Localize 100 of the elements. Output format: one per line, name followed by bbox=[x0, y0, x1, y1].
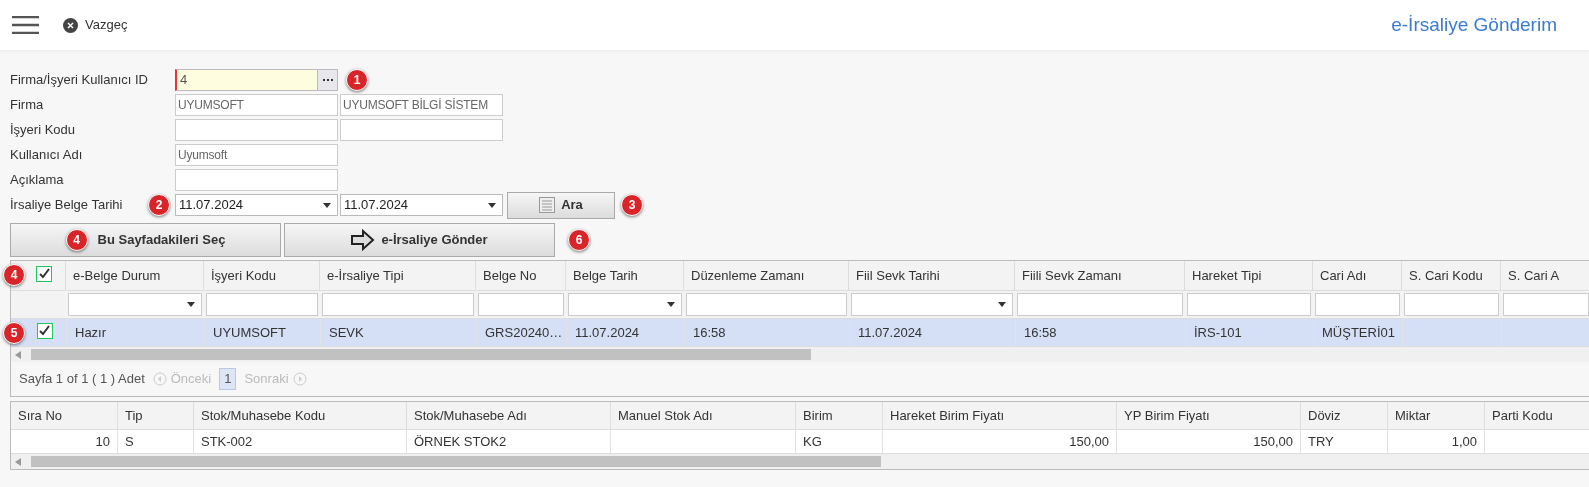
text-field[interactable] bbox=[175, 119, 338, 141]
number-badge: 5 bbox=[3, 322, 25, 344]
column-header[interactable]: Belge No bbox=[476, 261, 566, 290]
scrollbar[interactable] bbox=[11, 454, 1589, 469]
column-header[interactable]: Sıra No bbox=[11, 402, 118, 429]
number-badge: 4 bbox=[3, 264, 25, 286]
column-header[interactable]: YP Birim Fiyatı bbox=[1117, 402, 1301, 429]
action-button[interactable]: e-İrsaliye Gönder bbox=[284, 223, 555, 257]
column-header[interactable]: Stok/Muhasebe Kodu bbox=[194, 402, 407, 429]
filter-field[interactable] bbox=[322, 293, 474, 316]
column-header[interactable]: İşyeri Kodu bbox=[204, 261, 320, 290]
filter-field[interactable] bbox=[686, 293, 847, 316]
filter-field[interactable] bbox=[1503, 293, 1589, 316]
column-header[interactable]: Miktar bbox=[1388, 402, 1485, 429]
column-header[interactable]: Hareket Tipi bbox=[1185, 261, 1313, 290]
filter-field[interactable] bbox=[1315, 293, 1400, 316]
dropdown-arrow-icon bbox=[323, 202, 331, 208]
cancel-button[interactable]: Vazgeç bbox=[63, 15, 128, 35]
filter-field[interactable] bbox=[851, 293, 1013, 316]
table-cell-text: 11.07.2024 bbox=[575, 323, 640, 342]
action-button[interactable]: 4 Bu Sayfadakileri Seç bbox=[10, 223, 281, 257]
filter-field[interactable] bbox=[1187, 293, 1311, 316]
column-header[interactable]: Hareket Birim Fiyatı bbox=[883, 402, 1117, 429]
table-cell-text: GRS20240… bbox=[485, 323, 563, 342]
table-cell: KG bbox=[796, 430, 883, 453]
text-field[interactable]: UYUMSOFT bbox=[175, 94, 338, 116]
text-field[interactable]: Uyumsoft bbox=[175, 144, 338, 166]
date-field[interactable]: 11.07.2024 bbox=[340, 194, 503, 216]
page-title: e-İrsaliye Gönderim bbox=[1391, 12, 1557, 37]
number-badge: 2 bbox=[148, 194, 170, 216]
column-header[interactable]: S. Cari A bbox=[1501, 261, 1589, 290]
field-label: Açıklama bbox=[10, 171, 64, 190]
filter-field[interactable] bbox=[68, 293, 202, 316]
scroll-left-icon[interactable] bbox=[15, 457, 21, 466]
table-cell: TRY bbox=[1301, 430, 1388, 453]
column-header[interactable]: Fiili Sevk Zamanı bbox=[1015, 261, 1185, 290]
table-cell-text: 11.07.2024 bbox=[858, 323, 923, 342]
column-header[interactable]: Düzenleme Zamanı bbox=[684, 261, 849, 290]
number-badge: 3 bbox=[621, 194, 643, 216]
scrollbar[interactable] bbox=[11, 347, 1589, 362]
table-cell-text: UYUMSOFT bbox=[213, 323, 286, 342]
checkbox[interactable] bbox=[36, 265, 52, 282]
filter-field[interactable] bbox=[1404, 293, 1499, 316]
text-field[interactable] bbox=[175, 169, 338, 191]
table-cell-text: SEVK bbox=[329, 323, 364, 342]
table-cell: STK-002 bbox=[194, 430, 407, 453]
column-header[interactable]: e-İrsaliye Tipi bbox=[320, 261, 476, 290]
dropdown-arrow-icon bbox=[667, 302, 675, 307]
filter-field[interactable] bbox=[568, 293, 682, 316]
field-label: Firma/İşyeri Kullanıcı ID bbox=[10, 71, 148, 90]
list-icon bbox=[539, 197, 556, 213]
menu-icon[interactable] bbox=[12, 16, 39, 34]
number-badge: 4 bbox=[65, 229, 88, 251]
field-label: Kullanıcı Adı bbox=[10, 146, 83, 165]
filter-field[interactable] bbox=[478, 293, 564, 316]
table-cell-text: 16:58 bbox=[1024, 323, 1057, 342]
table-cell: 1,00 bbox=[1388, 430, 1485, 453]
pager-summary: Sayfa 1 of 1 ( 1 ) Adet bbox=[19, 370, 145, 389]
table-cell-text: 16:58 bbox=[693, 323, 726, 342]
column-header[interactable]: Fiil Sevk Tarihi bbox=[849, 261, 1015, 290]
dropdown-arrow-icon bbox=[998, 302, 1006, 307]
filter-field[interactable] bbox=[206, 293, 318, 316]
column-header[interactable]: Parti Kodu bbox=[1485, 402, 1589, 429]
table-cell: 150,00 bbox=[883, 430, 1117, 453]
column-header[interactable]: Belge Tarih bbox=[566, 261, 684, 290]
column-header[interactable]: e-Belge Durum bbox=[66, 261, 204, 290]
table-cell-text: İRS-101 bbox=[1194, 323, 1242, 342]
dropdown-arrow-icon bbox=[488, 202, 496, 208]
column-header[interactable]: Stok/Muhasebe Adı bbox=[407, 402, 611, 429]
dropdown-arrow-icon bbox=[187, 302, 195, 307]
column-header[interactable]: Cari Adı bbox=[1313, 261, 1402, 290]
number-badge: 1 bbox=[346, 69, 368, 91]
field-label: İşyeri Kodu bbox=[10, 121, 76, 140]
arrow-right-icon bbox=[351, 229, 376, 251]
column-header[interactable]: Tip bbox=[118, 402, 194, 429]
lookup-field[interactable]: 4 bbox=[175, 69, 338, 91]
column-header[interactable]: Manuel Stok Adı bbox=[611, 402, 796, 429]
table-cell: ÖRNEK STOK2 bbox=[407, 430, 611, 453]
field-label: Firma bbox=[10, 96, 44, 115]
date-field[interactable]: 11.07.2024 bbox=[175, 194, 338, 216]
close-icon bbox=[63, 17, 78, 33]
column-header[interactable]: S. Cari Kodu bbox=[1402, 261, 1501, 290]
search-button[interactable]: Ara bbox=[507, 191, 615, 219]
text-field[interactable]: UYUMSOFT BİLGİ SİSTEM bbox=[340, 94, 503, 116]
column-header[interactable]: Birim bbox=[796, 402, 883, 429]
filter-field[interactable] bbox=[1017, 293, 1183, 316]
next-page-icon[interactable] bbox=[292, 372, 307, 386]
table-cell: 150,00 bbox=[1117, 430, 1301, 453]
previous-page-icon[interactable] bbox=[152, 372, 167, 386]
field-label: İrsaliye Belge Tarihi bbox=[10, 196, 123, 215]
text-field[interactable] bbox=[340, 119, 503, 141]
table-cell: S bbox=[118, 430, 194, 453]
table-cell-text: MÜŞTERİ01 bbox=[1322, 323, 1395, 342]
page-number[interactable]: 1 bbox=[219, 368, 237, 390]
ellipsis-icon[interactable] bbox=[317, 70, 337, 90]
table-cell-text: Hazır bbox=[75, 323, 107, 342]
checkbox[interactable] bbox=[36, 322, 53, 339]
table-cell: 10 bbox=[11, 430, 118, 453]
column-header[interactable]: Döviz bbox=[1301, 402, 1388, 429]
scroll-left-icon[interactable] bbox=[15, 350, 21, 359]
